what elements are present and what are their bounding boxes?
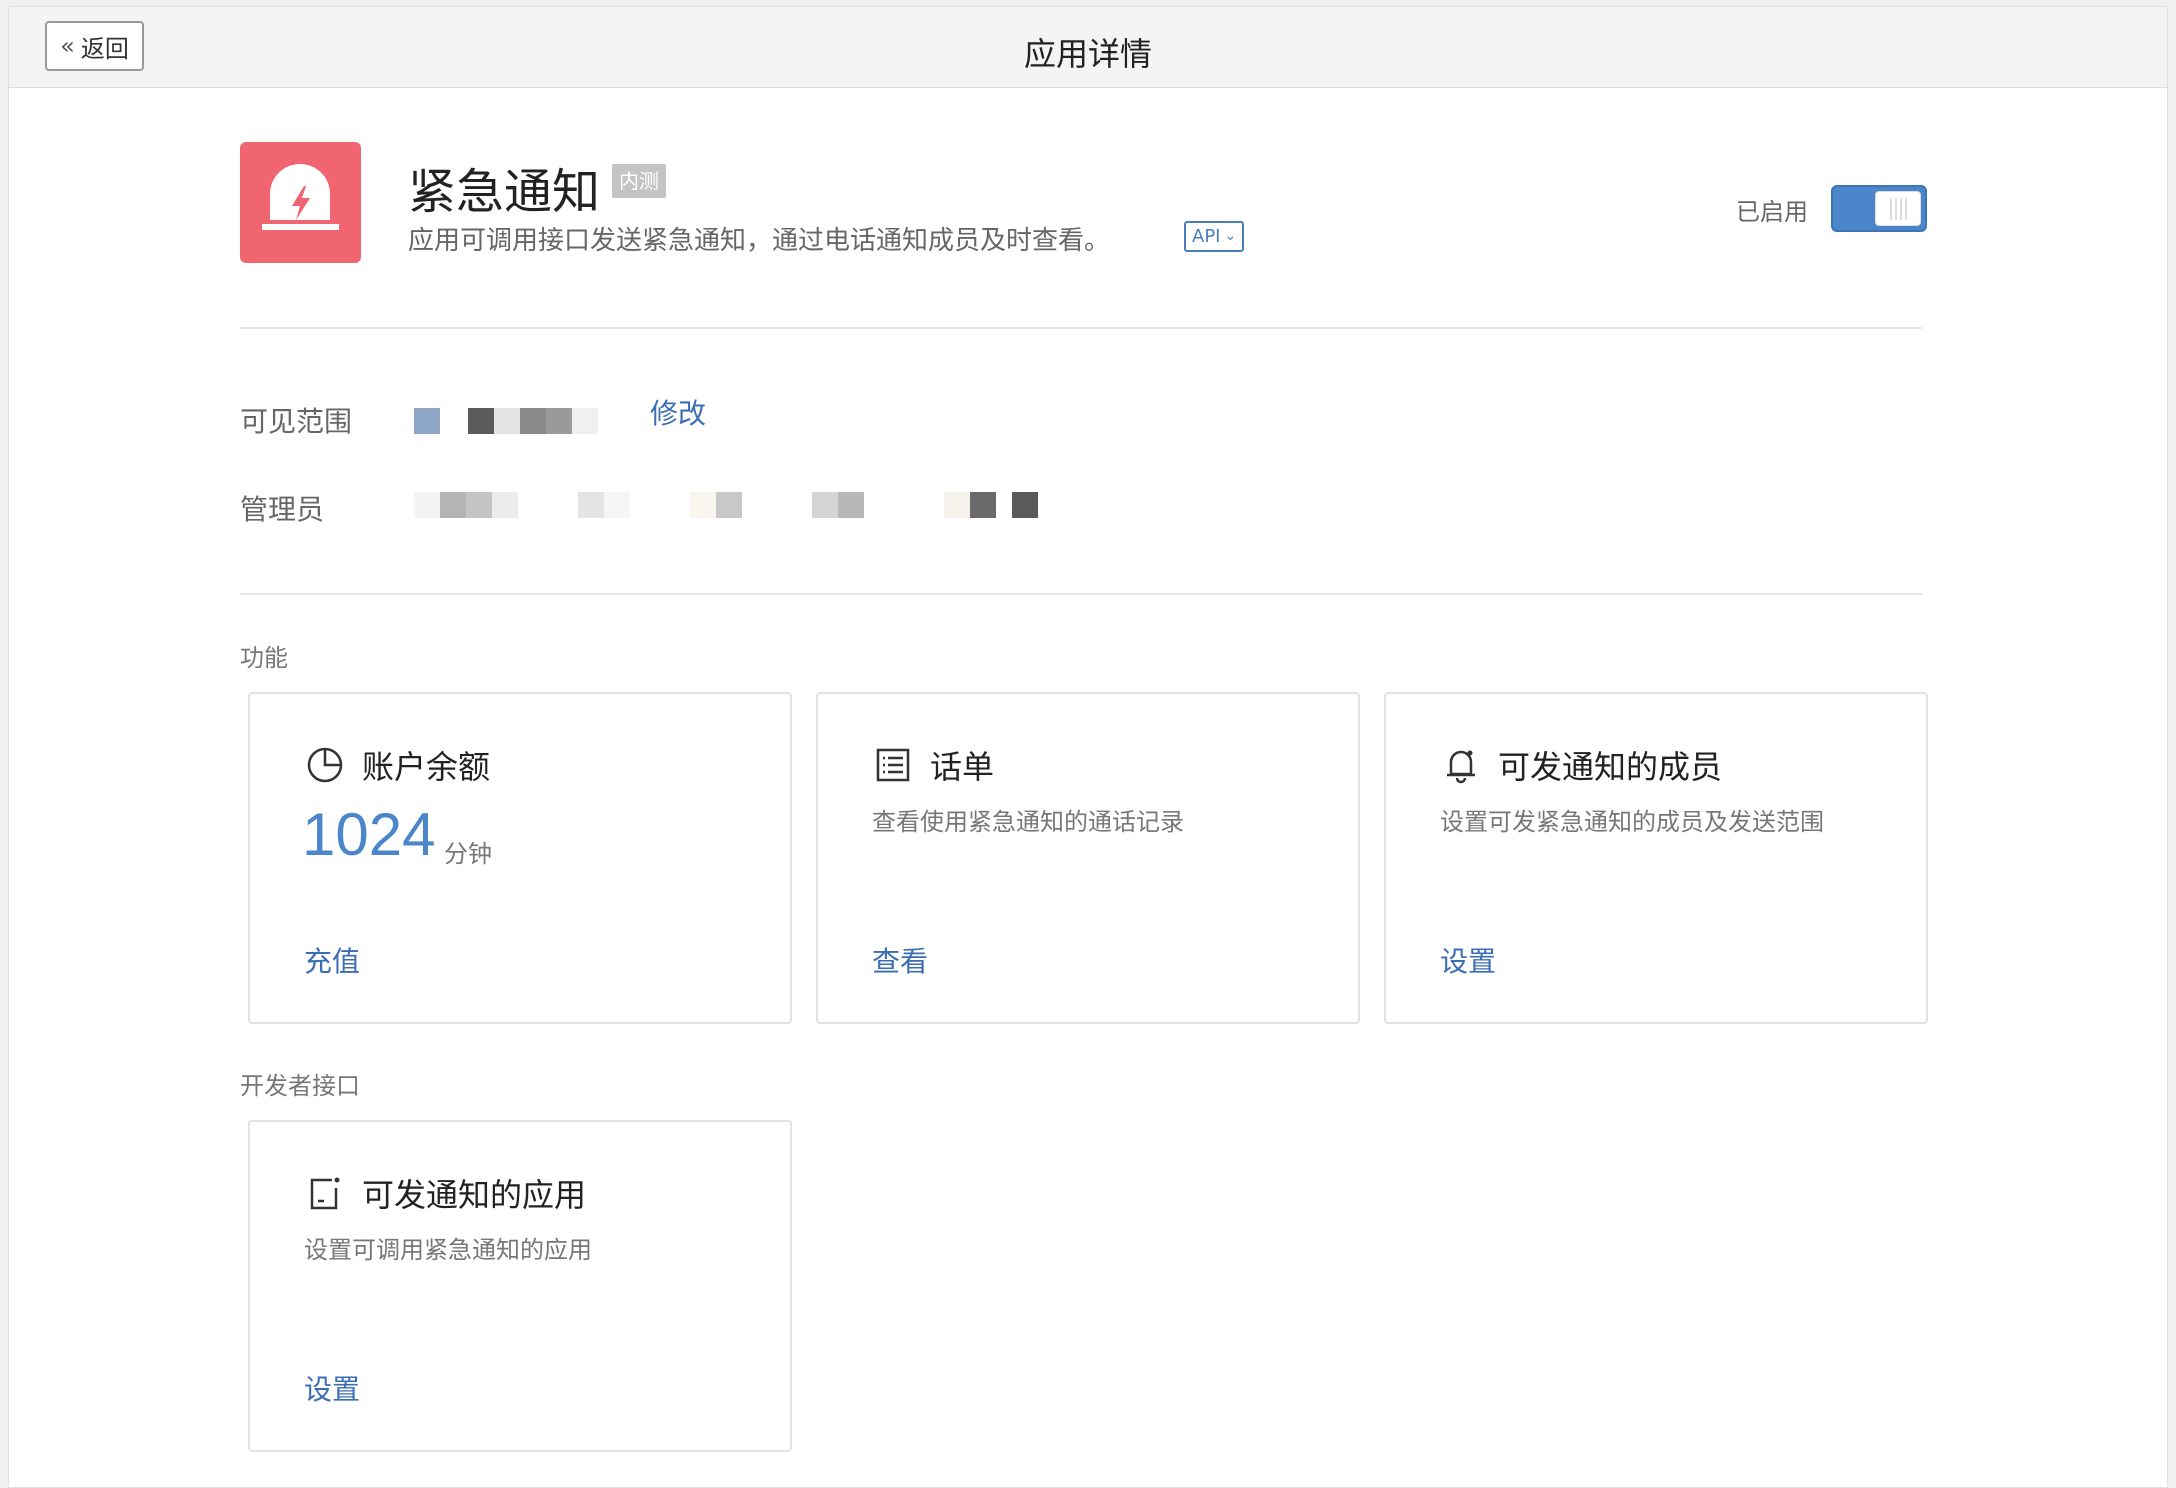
balance-unit: 分钟: [444, 840, 492, 868]
api-dropdown-button[interactable]: API ⌄: [1184, 221, 1245, 252]
app-header: 紧急通知 内测 应用可调用接口发送紧急通知，通过电话通知成员及时查看。 API …: [240, 142, 1927, 267]
recharge-link[interactable]: 充值: [304, 940, 360, 980]
chevron-down-icon: ⌄: [1224, 228, 1237, 244]
app-description: 应用可调用接口发送紧急通知，通过电话通知成员及时查看。: [408, 226, 1111, 256]
balance-title: 账户余额: [362, 748, 491, 786]
toggle-knob: [1875, 191, 1921, 226]
pie-chart-icon: [307, 747, 343, 783]
siren-icon: [262, 164, 339, 230]
divider: [240, 327, 1922, 329]
balance-value: 1024: [302, 801, 436, 868]
beta-badge: 内测: [612, 164, 666, 198]
apps-desc: 设置可调用紧急通知的应用: [304, 1236, 592, 1264]
members-settings-link[interactable]: 设置: [1440, 940, 1496, 980]
balance-card: 账户余额 1024 分钟 充值: [248, 692, 792, 1024]
enable-toggle[interactable]: [1831, 185, 1927, 232]
call-log-desc: 查看使用紧急通知的通话记录: [872, 808, 1184, 836]
top-bar: « 返回 应用详情: [9, 7, 2167, 88]
visibility-label: 可见范围: [240, 405, 353, 438]
call-log-card: 话单 查看使用紧急通知的通话记录 查看: [816, 692, 1360, 1024]
app-name: 紧急通知: [408, 164, 601, 220]
features-section-label: 功能: [240, 644, 288, 672]
app-icon: [240, 142, 361, 263]
app-device-icon: [310, 1177, 340, 1210]
apps-settings-link[interactable]: 设置: [304, 1368, 360, 1408]
admin-label: 管理员: [240, 493, 325, 526]
list-icon: [876, 748, 910, 782]
api-label: API: [1192, 226, 1221, 247]
visibility-edit-link[interactable]: 修改: [650, 392, 706, 432]
admin-value-redacted: [414, 492, 1038, 518]
apps-title: 可发通知的应用: [362, 1176, 587, 1214]
page-title: 应用详情: [1023, 35, 1152, 73]
call-log-title: 话单: [930, 748, 995, 786]
bell-icon: [1447, 750, 1475, 784]
developer-section-label: 开发者接口: [240, 1072, 360, 1100]
status-label: 已启用: [1736, 198, 1808, 226]
members-card: 可发通知的成员 设置可发紧急通知的成员及发送范围 设置: [1384, 692, 1928, 1024]
view-call-log-link[interactable]: 查看: [872, 940, 928, 980]
apps-card: 可发通知的应用 设置可调用紧急通知的应用 设置: [248, 1120, 792, 1452]
visibility-value-redacted: [414, 408, 598, 434]
divider: [240, 593, 1922, 595]
members-desc: 设置可发紧急通知的成员及发送范围: [1440, 808, 1824, 836]
members-title: 可发通知的成员: [1498, 748, 1723, 786]
